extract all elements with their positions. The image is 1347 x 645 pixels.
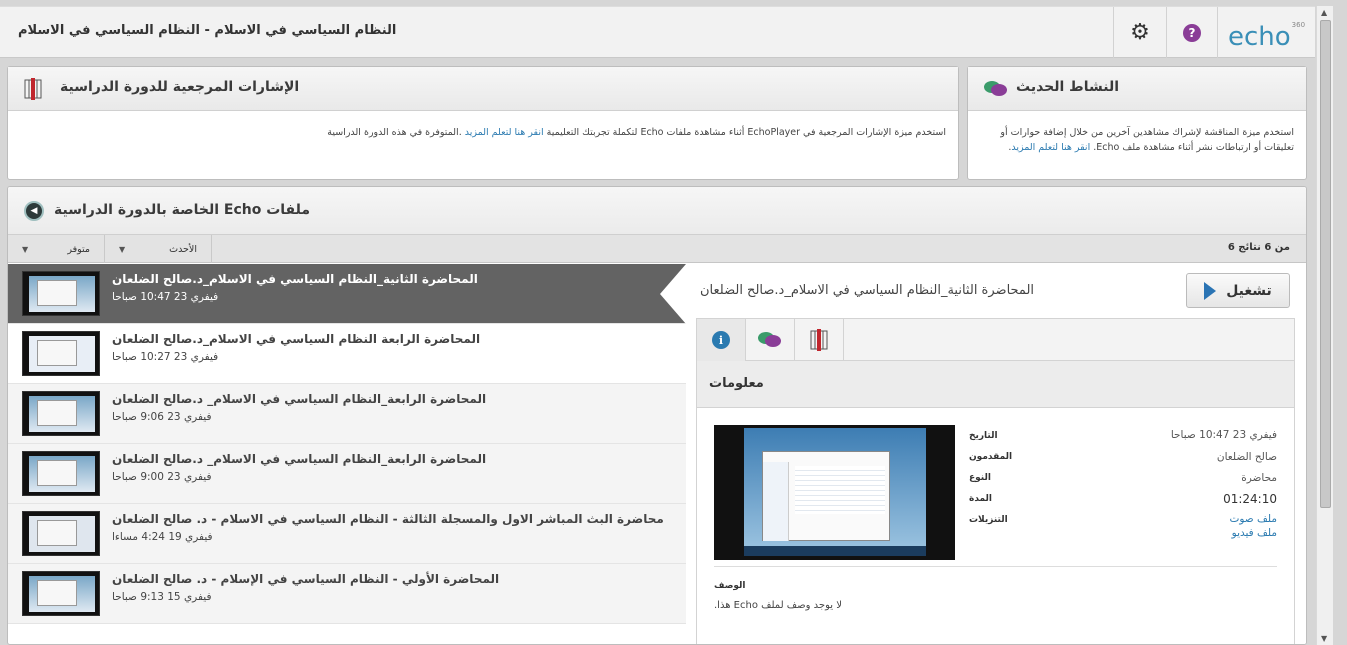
scroll-down-icon[interactable]: ▼ (1321, 634, 1327, 643)
type-value: محاضرة (1241, 472, 1277, 484)
thumbnail (22, 331, 100, 376)
list-item[interactable]: المحاضرة الرابعة_النظام السياسي في الاسل… (8, 444, 686, 504)
tab-bookmarks[interactable] (795, 319, 844, 361)
tab-discussion[interactable] (746, 319, 795, 361)
item-date: فيفري 23 9:06 صباحا (112, 411, 212, 423)
play-button[interactable]: تشغيل (1186, 273, 1290, 308)
settings-button[interactable]: ⚙ (1113, 7, 1166, 58)
files-header: ◀ ملفات Echo الخاصة بالدورة الدراسية (8, 187, 1306, 235)
page-title: النظام السياسي في الاسلام - النظام السيا… (18, 23, 397, 38)
tab-info[interactable]: i (697, 319, 746, 361)
help-icon: ? (1183, 23, 1201, 42)
item-title: المحاضرة الثانية_النظام السياسي في الاسل… (112, 272, 478, 286)
presenter-label: المقدمون (969, 452, 1013, 462)
references-text-after: .المتوفرة في هذه الدورة الدراسية (327, 127, 462, 138)
item-title: المحاضرة الرابعة النظام السياسي في الاسل… (112, 332, 481, 346)
presenter-value: صالح الضلعان (1216, 451, 1277, 463)
item-date: فيفري 19 4:24 مساءا (112, 531, 213, 543)
item-title: المحاضرة الرابعة_النظام السياسي في الاسل… (112, 392, 487, 406)
top-bar: النظام السياسي في الاسلام - النظام السيا… (0, 6, 1315, 58)
play-icon (1204, 281, 1217, 300)
sort-filter[interactable]: الأحدث ▼ (105, 235, 212, 263)
date-value: فيفري 23 10:47 صباحا (1170, 429, 1277, 441)
video-thumbnail[interactable] (714, 425, 955, 560)
files-toolbar: متوفر ▼ الأحدث ▼ من 6 نتائج 6 (8, 235, 1306, 263)
discussion-icon (984, 81, 1007, 96)
activity-title: النشاط الحديث (1016, 79, 1119, 95)
chevron-down-icon: ▼ (22, 244, 29, 254)
duration-label: المدة (969, 494, 993, 504)
video-download-link[interactable]: ملف فيديو (1232, 527, 1277, 539)
bookmark-icon (810, 329, 828, 351)
duration-value: 01:24:10 (1223, 492, 1277, 506)
info-section-header: معلومات (696, 361, 1295, 408)
list-item[interactable]: المحاضرة الأولي - النظام السياسي في الإس… (8, 564, 686, 624)
logo-sup: 360 (1291, 21, 1306, 29)
info-body: التاريخ فيفري 23 10:47 صباحا المقدمون صا… (696, 408, 1295, 644)
echo-files-panel: ◀ ملفات Echo الخاصة بالدورة الدراسية متو… (7, 186, 1307, 645)
selection-pointer (660, 264, 686, 324)
list-item[interactable]: المحاضرة الثانية_النظام السياسي في الاسل… (8, 264, 686, 324)
help-button[interactable]: ? (1166, 7, 1218, 58)
audio-download-link[interactable]: ملف صوت (1229, 513, 1277, 525)
list-item[interactable]: المحاضرة الرابعة_النظام السياسي في الاسل… (8, 384, 686, 444)
activity-learn-more-link[interactable]: انقر هنا لتعلم المزيد (1011, 142, 1090, 153)
files-title: ملفات Echo الخاصة بالدورة الدراسية (54, 202, 311, 218)
availability-label: متوفر (67, 243, 90, 255)
back-circle-icon[interactable]: ◀ (24, 201, 44, 221)
date-label: التاريخ (969, 431, 998, 441)
item-date: فيفري 23 10:47 صباحا (112, 291, 219, 303)
activity-text: استخدم ميزة المناقشة لإشراك مشاهدين آخري… (968, 111, 1306, 169)
vertical-scrollbar[interactable]: ▲ ▼ (1316, 6, 1333, 645)
thumbnail (22, 271, 100, 316)
references-learn-more-link[interactable]: انقر هنا لتعلم المزيد (465, 127, 544, 138)
thumbnail (22, 511, 100, 556)
description-value: لا يوجد وصف لملف Echo هذا. (714, 600, 842, 611)
thumbnail (22, 391, 100, 436)
downloads-label: التنزيلات (969, 515, 1008, 525)
echo-logo: echo 360 (1218, 15, 1315, 59)
detail-tabs: i (696, 318, 1295, 361)
item-date: فيفري 15 9:13 صباحا (112, 591, 212, 603)
thumbnail (22, 571, 100, 616)
logo-text: echo (1227, 22, 1291, 52)
references-text: استخدم ميزة الإشارات المرجعية في EchoPla… (8, 111, 958, 154)
item-date: فيفري 23 9:00 صباحا (112, 471, 212, 483)
description-label: الوصف (714, 581, 746, 591)
item-title: المحاضرة الأولي - النظام السياسي في الإس… (112, 572, 500, 586)
chevron-down-icon: ▼ (119, 244, 126, 254)
availability-filter[interactable]: متوفر ▼ (8, 235, 105, 263)
references-panel: الإشارات المرجعية للدورة الدراسية استخدم… (7, 66, 959, 180)
discussion-icon (758, 332, 781, 347)
scroll-up-icon[interactable]: ▲ (1321, 8, 1327, 17)
gear-icon: ⚙ (1130, 20, 1150, 45)
activity-panel-header: النشاط الحديث (968, 67, 1306, 111)
type-label: النوع (969, 473, 991, 483)
references-text-before: استخدم ميزة الإشارات المرجعية في EchoPla… (546, 127, 946, 138)
play-label: تشغيل (1226, 282, 1272, 299)
results-count: من 6 نتائج 6 (1227, 242, 1290, 253)
list-item[interactable]: المحاضرة الرابعة النظام السياسي في الاسل… (8, 324, 686, 384)
bookmark-icon (24, 78, 42, 100)
info-icon: i (712, 331, 730, 349)
detail-pane: المحاضرة الثانية_النظام السياسي في الاسل… (660, 264, 1306, 644)
divider (714, 566, 1277, 567)
sort-label: الأحدث (169, 243, 197, 255)
thumbnail (22, 451, 100, 496)
activity-panel: النشاط الحديث استخدم ميزة المناقشة لإشرا… (967, 66, 1307, 180)
item-title: المحاضرة الرابعة_النظام السياسي في الاسل… (112, 452, 487, 466)
detail-title: المحاضرة الثانية_النظام السياسي في الاسل… (700, 283, 1035, 298)
item-date: فيفري 23 10:27 صباحا (112, 351, 219, 363)
item-title: محاضرة البث المباشر الاول والمسجلة الثال… (112, 512, 664, 526)
references-panel-header: الإشارات المرجعية للدورة الدراسية (8, 67, 958, 111)
references-title: الإشارات المرجعية للدورة الدراسية (60, 79, 300, 95)
info-heading: معلومات (709, 376, 764, 391)
files-list: المحاضرة الثانية_النظام السياسي في الاسل… (8, 264, 686, 624)
list-item[interactable]: محاضرة البث المباشر الاول والمسجلة الثال… (8, 504, 686, 564)
scrollbar-thumb[interactable] (1320, 20, 1331, 508)
